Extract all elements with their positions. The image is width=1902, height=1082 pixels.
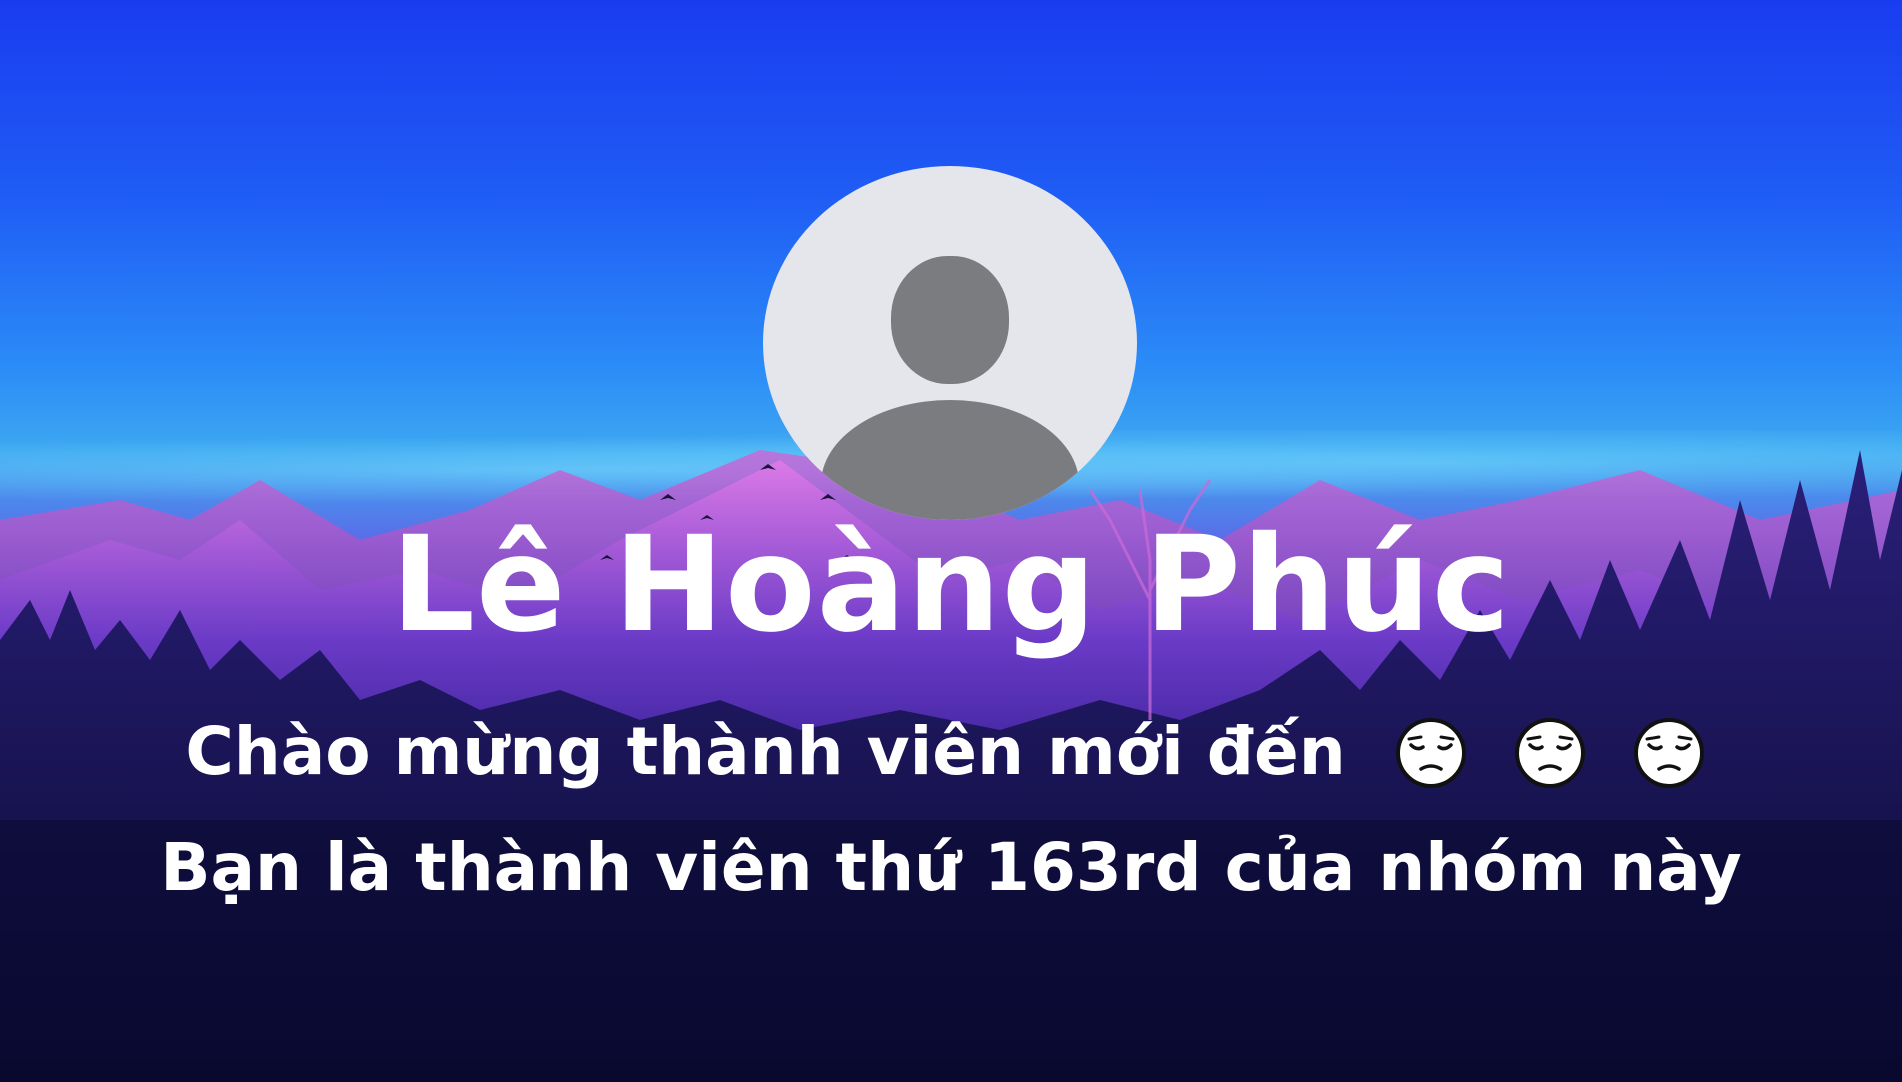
pensive-face-icon — [1395, 717, 1466, 788]
member-name: Lê Hoàng Phúc — [390, 508, 1512, 662]
emoji-row — [1383, 715, 1717, 797]
welcome-text: Chào mừng thành viên mới đến — [185, 713, 1346, 790]
user-silhouette-body — [821, 400, 1079, 520]
pensive-face-icon — [1514, 717, 1585, 788]
avatar — [763, 166, 1137, 520]
pensive-face-icon — [1633, 717, 1704, 788]
welcome-card: Lê Hoàng Phúc Chào mừng thành viên mới đ… — [0, 0, 1902, 1082]
member-count-line: Bạn là thành viên thứ 163rd của nhóm này — [160, 829, 1742, 906]
default-user-icon — [891, 256, 1009, 384]
welcome-line: Chào mừng thành viên mới đến — [0, 712, 1902, 797]
